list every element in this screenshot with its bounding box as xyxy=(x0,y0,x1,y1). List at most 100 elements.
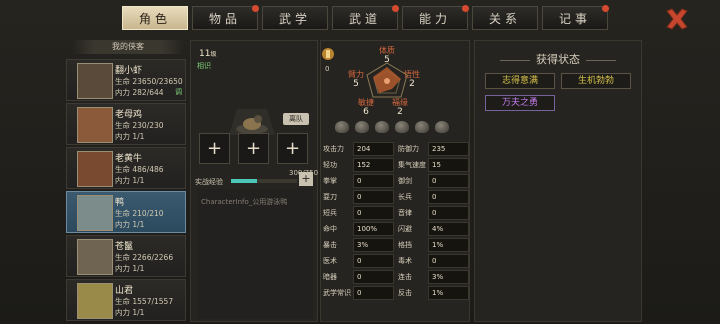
status-chip[interactable]: 生机勃勃 xyxy=(561,73,631,89)
stat-row: 防御力 235 xyxy=(398,142,469,156)
member-hp: 生命 23650/23650 xyxy=(115,77,183,86)
stat-row: 耍刀 0 xyxy=(323,190,394,204)
stat-row: 暗器 0 xyxy=(323,270,394,284)
description-box: CharacterInfo_公用游泳鸭 xyxy=(197,189,313,319)
stat-row: 连击 3% xyxy=(398,270,469,284)
member-mp: 内力 1/1 xyxy=(115,132,145,141)
member-mp: 内力 1/1 xyxy=(115,308,145,317)
member-name: 鸭 xyxy=(115,198,125,208)
equip-slot-2[interactable]: + xyxy=(238,133,269,164)
stat-row: 反击 1% xyxy=(398,286,469,300)
gem-slots xyxy=(335,121,449,133)
stat-row: 命中 100% xyxy=(323,222,394,236)
member-name: 老黄牛 xyxy=(115,154,143,164)
roster-card[interactable]: 老黄牛 生命 486/486 内力 1/1 xyxy=(66,147,186,189)
exp-bar-fill xyxy=(231,179,258,183)
stat-label: 暗器 xyxy=(323,273,337,281)
stat-label: 长兵 xyxy=(398,193,412,201)
stat-value: 0 xyxy=(428,190,469,204)
stat-value: 0 xyxy=(353,190,394,204)
member-name: 老母鸡 xyxy=(115,110,143,120)
status-title: 获得状态 xyxy=(475,51,641,67)
notification-dot xyxy=(252,5,259,12)
gem-slot-icon[interactable] xyxy=(355,121,369,133)
stat-label: 武学常识 xyxy=(323,289,351,297)
tab-items[interactable]: 物品 xyxy=(192,5,259,30)
stat-value: 0 xyxy=(428,174,469,188)
avatar xyxy=(77,195,113,231)
equip-slot-1[interactable]: + xyxy=(199,133,230,164)
close-icon[interactable] xyxy=(664,6,690,32)
tab-label: 武学 xyxy=(278,11,311,26)
stats-grid: 攻击力 204 防御力 235 轻功 152 集气速度 15 拳掌 0 御剑 0 耍刀 0 长兵 0 短兵 0 音律… xyxy=(323,142,469,300)
fate-icon xyxy=(322,48,334,60)
tab-bar: 角色 物品 武学 武道 能力 关系 记事 xyxy=(122,5,612,32)
roster-card[interactable]: 翻小虾 生命 23650/23650 内力 282/644 调 xyxy=(66,59,186,101)
stat-label: 连击 xyxy=(398,273,412,281)
stat-row: 轻功 152 xyxy=(323,158,394,172)
equipment-slots: + + + xyxy=(199,133,308,164)
stat-label: 命中 xyxy=(323,225,337,233)
gem-slot-icon[interactable] xyxy=(415,121,429,133)
tab-label: 物品 xyxy=(208,11,241,26)
roster-card-selected[interactable]: 鸭 生命 210/210 内力 1/1 xyxy=(66,191,186,233)
gem-slot-icon[interactable] xyxy=(335,121,349,133)
gem-slot-icon[interactable] xyxy=(375,121,389,133)
stat-value: 4% xyxy=(428,222,469,236)
notification-dot xyxy=(602,5,609,12)
avatar xyxy=(77,283,113,319)
leave-party-button[interactable]: 离队 xyxy=(283,113,309,125)
tab-label: 关系 xyxy=(488,11,521,26)
relation-level: 相识 xyxy=(197,62,211,70)
stat-row: 长兵 0 xyxy=(398,190,469,204)
status-chip[interactable]: 志得意满 xyxy=(485,73,555,89)
avatar xyxy=(77,63,113,99)
stat-value: 235 xyxy=(428,142,469,156)
avatar xyxy=(77,107,113,143)
radar-value-constitution: 5 xyxy=(384,55,390,65)
tab-martial-arts[interactable]: 武学 xyxy=(262,6,328,30)
roster-title: 我的侠客 xyxy=(72,40,184,54)
tab-label: 能力 xyxy=(418,11,451,26)
radar-value-agility: 6 xyxy=(363,107,369,117)
stat-label: 毒术 xyxy=(398,257,412,265)
tab-relations[interactable]: 关系 xyxy=(472,6,538,30)
gem-slot-icon[interactable] xyxy=(395,121,409,133)
stat-label: 反击 xyxy=(398,289,412,297)
exp-label: 实战经验 xyxy=(195,178,223,186)
member-name: 山君 xyxy=(115,286,134,296)
stat-label: 音律 xyxy=(398,209,412,217)
stat-value: 3% xyxy=(353,238,394,252)
roster-card[interactable]: 老母鸡 生命 230/230 内力 1/1 xyxy=(66,103,186,145)
stat-label: 暴击 xyxy=(323,241,337,249)
stat-row: 暴击 3% xyxy=(323,238,394,252)
member-mp: 内力 1/1 xyxy=(115,220,145,229)
gem-slot-icon[interactable] xyxy=(435,121,449,133)
stat-label: 轻功 xyxy=(323,161,337,169)
member-name: 翻小虾 xyxy=(115,66,143,76)
stat-row: 闪避 4% xyxy=(398,222,469,236)
member-mp: 内力 1/1 xyxy=(115,264,145,273)
stat-label: 闪避 xyxy=(398,225,412,233)
avatar xyxy=(77,151,113,187)
stat-row: 医术 0 xyxy=(323,254,394,268)
tab-abilities[interactable]: 能力 xyxy=(402,5,469,30)
stat-row: 御剑 0 xyxy=(398,174,469,188)
member-name: 苍鬣 xyxy=(115,242,134,252)
status-chip[interactable]: 万夫之勇 xyxy=(485,95,555,111)
add-exp-button[interactable]: + xyxy=(299,172,313,186)
member-hp: 生命 2266/2266 xyxy=(115,253,174,262)
roster-card[interactable]: 山君 生命 1557/1557 内力 1/1 xyxy=(66,279,186,321)
roster-list: 翻小虾 生命 23650/23650 内力 282/644 调 老母鸡 生命 2… xyxy=(66,59,186,323)
radar-value-luck: 2 xyxy=(397,107,403,117)
stat-row: 攻击力 204 xyxy=(323,142,394,156)
member-mp: 内力 1/1 xyxy=(115,176,145,185)
tab-martial-way[interactable]: 武道 xyxy=(332,5,399,30)
tab-journal[interactable]: 记事 xyxy=(542,5,609,30)
stat-row: 格挡 1% xyxy=(398,238,469,252)
level-unit: 级 xyxy=(210,51,217,58)
tab-character[interactable]: 角色 xyxy=(122,6,188,30)
roster-card[interactable]: 苍鬣 生命 2266/2266 内力 1/1 xyxy=(66,235,186,277)
equip-slot-3[interactable]: + xyxy=(277,133,308,164)
stat-label: 防御力 xyxy=(398,145,419,153)
